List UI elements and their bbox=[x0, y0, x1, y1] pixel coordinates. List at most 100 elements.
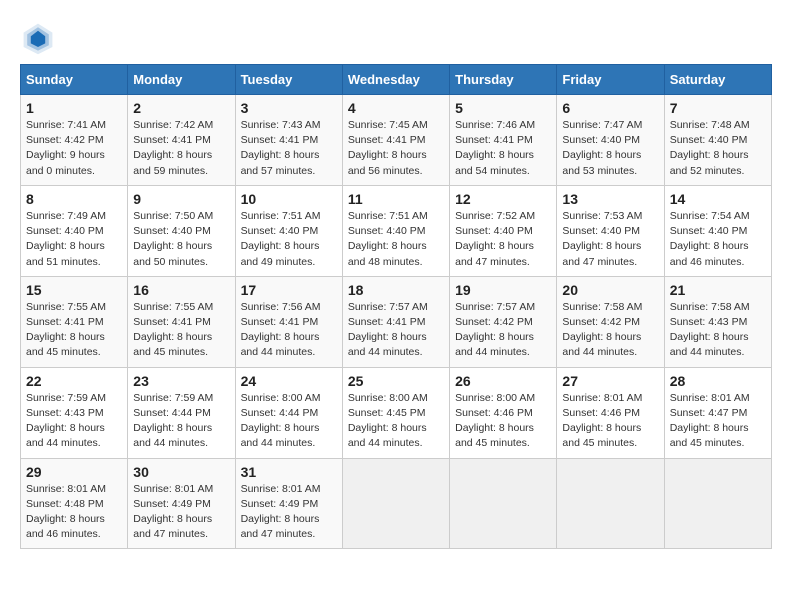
calendar-week-5: 29 Sunrise: 8:01 AMSunset: 4:48 PMDayligh… bbox=[21, 458, 772, 549]
day-info: Sunrise: 7:49 AMSunset: 4:40 PMDaylight:… bbox=[26, 209, 122, 270]
day-info: Sunrise: 8:00 AMSunset: 4:44 PMDaylight:… bbox=[241, 391, 337, 452]
day-info: Sunrise: 8:00 AMSunset: 4:45 PMDaylight:… bbox=[348, 391, 444, 452]
day-info: Sunrise: 7:58 AMSunset: 4:43 PMDaylight:… bbox=[670, 300, 766, 361]
day-info: Sunrise: 7:51 AMSunset: 4:40 PMDaylight:… bbox=[241, 209, 337, 270]
calendar-cell: 25 Sunrise: 8:00 AMSunset: 4:45 PMDayligh… bbox=[342, 367, 449, 458]
day-number: 7 bbox=[670, 100, 766, 116]
calendar-cell: 1 Sunrise: 7:41 AMSunset: 4:42 PMDaylight… bbox=[21, 95, 128, 186]
page-header bbox=[20, 20, 772, 56]
logo-icon bbox=[20, 20, 56, 56]
calendar-week-2: 8 Sunrise: 7:49 AMSunset: 4:40 PMDaylight… bbox=[21, 185, 772, 276]
day-info: Sunrise: 7:59 AMSunset: 4:44 PMDaylight:… bbox=[133, 391, 229, 452]
col-header-saturday: Saturday bbox=[664, 65, 771, 95]
day-number: 12 bbox=[455, 191, 551, 207]
col-header-sunday: Sunday bbox=[21, 65, 128, 95]
day-info: Sunrise: 7:47 AMSunset: 4:40 PMDaylight:… bbox=[562, 118, 658, 179]
calendar-cell: 23Sunrise: 7:59 AMSunset: 4:44 PMDayligh… bbox=[128, 367, 235, 458]
day-number: 21 bbox=[670, 282, 766, 298]
calendar-cell bbox=[342, 458, 449, 549]
day-info: Sunrise: 7:43 AMSunset: 4:41 PMDaylight:… bbox=[241, 118, 337, 179]
calendar-cell: 2 Sunrise: 7:42 AMSunset: 4:41 PMDaylight… bbox=[128, 95, 235, 186]
calendar-week-4: 22 Sunrise: 7:59 AMSunset: 4:43 PMDayligh… bbox=[21, 367, 772, 458]
day-info: Sunrise: 7:42 AMSunset: 4:41 PMDaylight:… bbox=[133, 118, 229, 179]
day-info: Sunrise: 7:56 AMSunset: 4:41 PMDaylight:… bbox=[241, 300, 337, 361]
day-info: Sunrise: 8:01 AMSunset: 4:49 PMDaylight:… bbox=[241, 482, 337, 543]
day-number: 28 bbox=[670, 373, 766, 389]
calendar-cell: 18Sunrise: 7:57 AMSunset: 4:41 PMDayligh… bbox=[342, 276, 449, 367]
day-number: 5 bbox=[455, 100, 551, 116]
calendar-cell: 3 Sunrise: 7:43 AMSunset: 4:41 PMDaylight… bbox=[235, 95, 342, 186]
day-info: Sunrise: 7:59 AMSunset: 4:43 PMDaylight:… bbox=[26, 391, 122, 452]
day-number: 26 bbox=[455, 373, 551, 389]
calendar-cell: 26 Sunrise: 8:00 AMSunset: 4:46 PMDayligh… bbox=[450, 367, 557, 458]
day-number: 2 bbox=[133, 100, 229, 116]
calendar-week-1: 1 Sunrise: 7:41 AMSunset: 4:42 PMDaylight… bbox=[21, 95, 772, 186]
day-number: 19 bbox=[455, 282, 551, 298]
calendar-cell: 19 Sunrise: 7:57 AMSunset: 4:42 PMDayligh… bbox=[450, 276, 557, 367]
col-header-thursday: Thursday bbox=[450, 65, 557, 95]
day-number: 9 bbox=[133, 191, 229, 207]
day-number: 22 bbox=[26, 373, 122, 389]
day-number: 30 bbox=[133, 464, 229, 480]
col-header-monday: Monday bbox=[128, 65, 235, 95]
day-info: Sunrise: 7:48 AMSunset: 4:40 PMDaylight:… bbox=[670, 118, 766, 179]
day-number: 20 bbox=[562, 282, 658, 298]
day-number: 14 bbox=[670, 191, 766, 207]
day-info: Sunrise: 7:57 AMSunset: 4:42 PMDaylight:… bbox=[455, 300, 551, 361]
day-info: Sunrise: 7:57 AMSunset: 4:41 PMDaylight:… bbox=[348, 300, 444, 361]
calendar-cell bbox=[557, 458, 664, 549]
day-number: 31 bbox=[241, 464, 337, 480]
day-header-row: SundayMondayTuesdayWednesdayThursdayFrid… bbox=[21, 65, 772, 95]
calendar-cell: 13Sunrise: 7:53 AMSunset: 4:40 PMDayligh… bbox=[557, 185, 664, 276]
day-info: Sunrise: 7:51 AMSunset: 4:40 PMDaylight:… bbox=[348, 209, 444, 270]
day-number: 29 bbox=[26, 464, 122, 480]
calendar-cell: 27 Sunrise: 8:01 AMSunset: 4:46 PMDayligh… bbox=[557, 367, 664, 458]
day-number: 3 bbox=[241, 100, 337, 116]
calendar-cell: 14 Sunrise: 7:54 AMSunset: 4:40 PMDayligh… bbox=[664, 185, 771, 276]
day-info: Sunrise: 7:41 AMSunset: 4:42 PMDaylight:… bbox=[26, 118, 122, 179]
day-number: 27 bbox=[562, 373, 658, 389]
calendar-cell: 20 Sunrise: 7:58 AMSunset: 4:42 PMDayligh… bbox=[557, 276, 664, 367]
day-info: Sunrise: 7:55 AMSunset: 4:41 PMDaylight:… bbox=[26, 300, 122, 361]
day-info: Sunrise: 8:01 AMSunset: 4:49 PMDaylight:… bbox=[133, 482, 229, 543]
day-info: Sunrise: 7:45 AMSunset: 4:41 PMDaylight:… bbox=[348, 118, 444, 179]
calendar-cell: 28 Sunrise: 8:01 AMSunset: 4:47 PMDayligh… bbox=[664, 367, 771, 458]
day-info: Sunrise: 7:58 AMSunset: 4:42 PMDaylight:… bbox=[562, 300, 658, 361]
day-number: 10 bbox=[241, 191, 337, 207]
day-number: 17 bbox=[241, 282, 337, 298]
calendar-cell: 8 Sunrise: 7:49 AMSunset: 4:40 PMDaylight… bbox=[21, 185, 128, 276]
calendar-cell: 31 Sunrise: 8:01 AMSunset: 4:49 PMDayligh… bbox=[235, 458, 342, 549]
calendar-cell: 22 Sunrise: 7:59 AMSunset: 4:43 PMDayligh… bbox=[21, 367, 128, 458]
col-header-tuesday: Tuesday bbox=[235, 65, 342, 95]
calendar-cell: 15Sunrise: 7:55 AMSunset: 4:41 PMDayligh… bbox=[21, 276, 128, 367]
calendar-cell: 9Sunrise: 7:50 AMSunset: 4:40 PMDaylight… bbox=[128, 185, 235, 276]
day-info: Sunrise: 8:00 AMSunset: 4:46 PMDaylight:… bbox=[455, 391, 551, 452]
day-number: 8 bbox=[26, 191, 122, 207]
day-info: Sunrise: 7:54 AMSunset: 4:40 PMDaylight:… bbox=[670, 209, 766, 270]
col-header-friday: Friday bbox=[557, 65, 664, 95]
day-info: Sunrise: 8:01 AMSunset: 4:46 PMDaylight:… bbox=[562, 391, 658, 452]
calendar-cell: 5 Sunrise: 7:46 AMSunset: 4:41 PMDaylight… bbox=[450, 95, 557, 186]
calendar-cell: 4 Sunrise: 7:45 AMSunset: 4:41 PMDaylight… bbox=[342, 95, 449, 186]
day-info: Sunrise: 8:01 AMSunset: 4:47 PMDaylight:… bbox=[670, 391, 766, 452]
day-number: 16 bbox=[133, 282, 229, 298]
day-number: 24 bbox=[241, 373, 337, 389]
day-number: 1 bbox=[26, 100, 122, 116]
calendar-cell: 21 Sunrise: 7:58 AMSunset: 4:43 PMDayligh… bbox=[664, 276, 771, 367]
day-number: 25 bbox=[348, 373, 444, 389]
day-info: Sunrise: 7:52 AMSunset: 4:40 PMDaylight:… bbox=[455, 209, 551, 270]
calendar-cell: 24 Sunrise: 8:00 AMSunset: 4:44 PMDayligh… bbox=[235, 367, 342, 458]
calendar-week-3: 15Sunrise: 7:55 AMSunset: 4:41 PMDayligh… bbox=[21, 276, 772, 367]
calendar-cell: 7 Sunrise: 7:48 AMSunset: 4:40 PMDaylight… bbox=[664, 95, 771, 186]
day-number: 4 bbox=[348, 100, 444, 116]
logo bbox=[20, 20, 62, 56]
day-number: 6 bbox=[562, 100, 658, 116]
calendar-cell: 29 Sunrise: 8:01 AMSunset: 4:48 PMDayligh… bbox=[21, 458, 128, 549]
day-info: Sunrise: 7:55 AMSunset: 4:41 PMDaylight:… bbox=[133, 300, 229, 361]
calendar-cell: 6 Sunrise: 7:47 AMSunset: 4:40 PMDaylight… bbox=[557, 95, 664, 186]
calendar-table: SundayMondayTuesdayWednesdayThursdayFrid… bbox=[20, 64, 772, 549]
calendar-cell bbox=[450, 458, 557, 549]
calendar-cell: 16 Sunrise: 7:55 AMSunset: 4:41 PMDayligh… bbox=[128, 276, 235, 367]
day-info: Sunrise: 8:01 AMSunset: 4:48 PMDaylight:… bbox=[26, 482, 122, 543]
day-info: Sunrise: 7:46 AMSunset: 4:41 PMDaylight:… bbox=[455, 118, 551, 179]
